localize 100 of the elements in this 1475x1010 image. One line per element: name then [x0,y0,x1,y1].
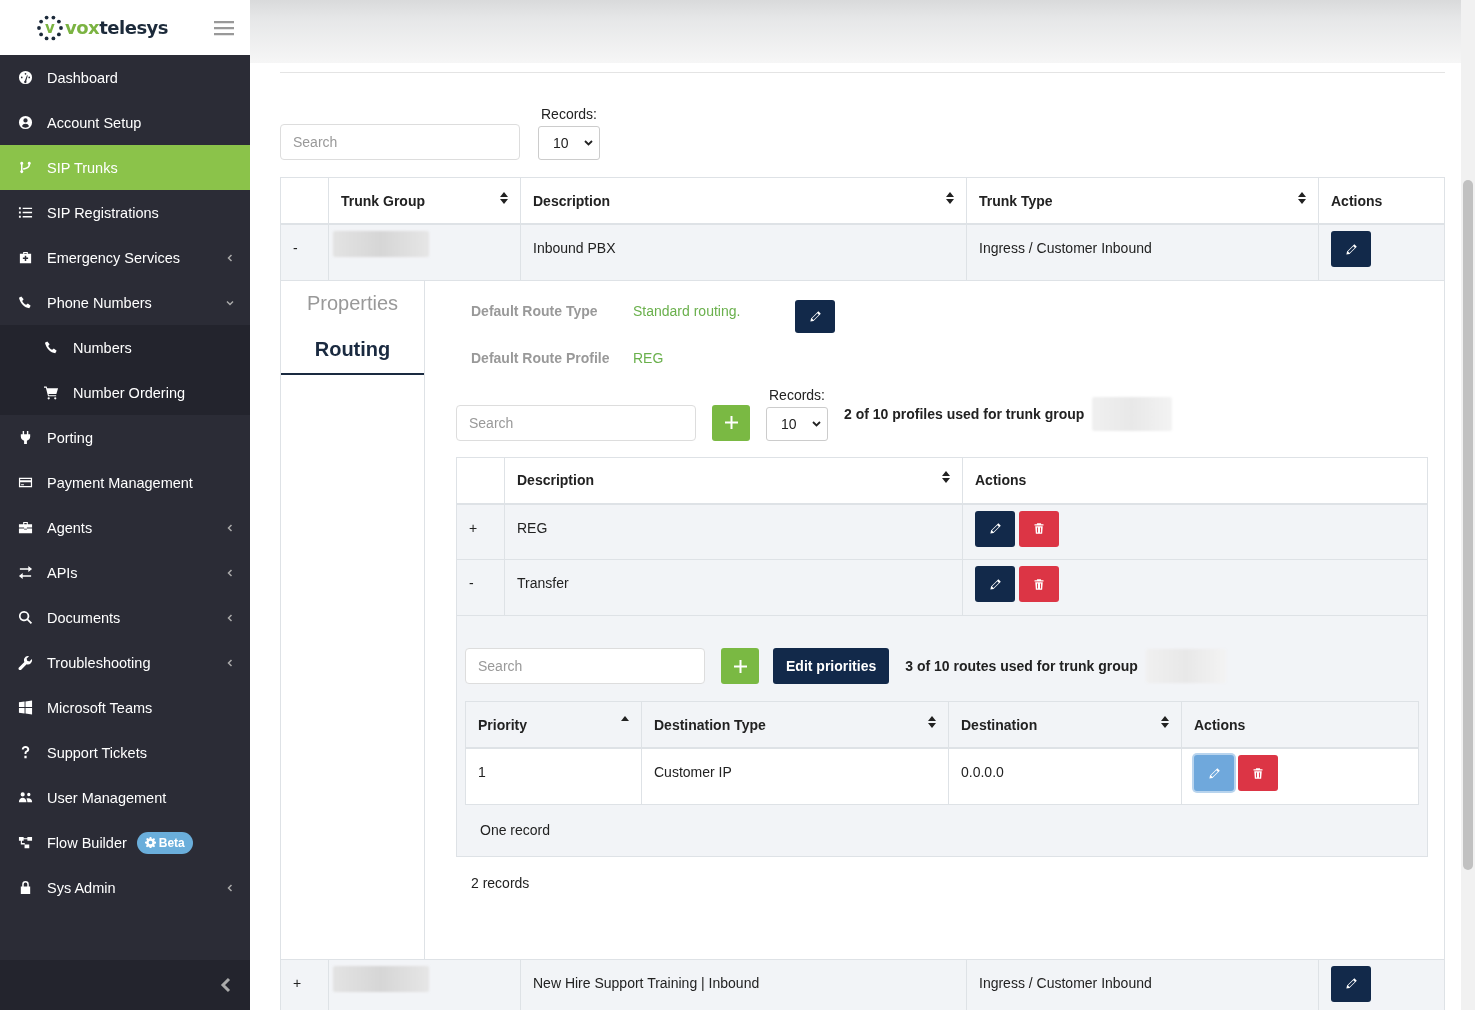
column-title: Destination [961,716,1038,733]
nav-item[interactable]: Account Setup [0,100,250,145]
branch-icon [18,160,33,175]
sort-icon[interactable] [500,191,508,204]
sort-icon[interactable] [928,715,936,728]
logo-mark: v [37,14,63,41]
sort-icon[interactable] [942,471,950,483]
delete-button[interactable] [1019,510,1059,547]
pencil-icon [1344,977,1358,990]
record-count: One record [479,820,552,840]
list-icon [18,205,33,220]
search-field[interactable]: Search [456,404,696,441]
wrench-icon [18,655,33,670]
record-count: 2 records [470,873,531,893]
column-title: Trunk Type [979,192,1053,209]
search-icon [18,610,33,625]
plus-icon [724,416,738,429]
column-header [456,457,505,504]
search-field[interactable]: Search [280,124,520,160]
records-select[interactable]: 10 [538,126,600,160]
add-button[interactable] [712,404,750,441]
nav-item[interactable]: Payment Management [0,460,250,505]
column-title: Destination Type [654,716,766,733]
column-title: Actions [1194,716,1246,733]
sort-icon[interactable] [946,191,954,204]
field-value: Standard routing. [633,301,742,319]
chevron-down-icon [812,420,821,427]
nav-item[interactable]: Support Tickets [0,730,250,775]
nav-item[interactable]: Troubleshooting [0,640,250,685]
nav-item[interactable]: SIP Registrations [0,190,250,235]
edit-button[interactable] [1331,965,1371,1002]
nav-item[interactable]: Microsoft Teams [0,685,250,730]
nav-item[interactable]: Sys Admin [0,865,250,910]
medkit-icon [18,250,33,265]
nav-item[interactable]: Porting [0,415,250,460]
chevron-down-icon [584,140,593,146]
nav-item[interactable]: User Management [0,775,250,820]
delete-button[interactable] [1238,755,1278,791]
records-label: Records: [769,386,825,403]
nav-item[interactable]: Flow Builder Beta [0,820,250,865]
delete-button[interactable] [1019,566,1059,602]
column-title: Actions [975,472,1027,488]
table-cell: New Hire Support Training | Inbound [520,959,967,1010]
plus-icon [733,659,747,673]
usage-summary: 2 of 10 profiles used for trunk group [844,405,1085,422]
gear-icon [144,837,156,848]
nav-item[interactable]: APIs [0,550,250,595]
edit-priorities-button[interactable]: Edit priorities [773,648,890,684]
card-icon [18,475,33,490]
search-field[interactable]: Search [465,648,705,684]
plug-icon [18,430,33,445]
tab[interactable]: Routing [281,326,424,375]
edit-button[interactable] [975,510,1015,547]
nav-item[interactable]: Dashboard [0,55,250,100]
column-header[interactable]: Description [504,457,963,504]
usage-summary: 3 of 10 routes used for trunk group [905,658,1138,674]
phone-icon [44,340,59,355]
nav-item[interactable]: Documents [0,595,250,640]
gauge-icon [18,70,33,85]
field-label: Default Route Profile [471,348,611,366]
user-icon [18,115,33,130]
column-title: Actions [1331,192,1383,209]
nav-item[interactable]: Agents [0,505,250,550]
pencil-icon [1344,242,1358,256]
column-title: Priority [478,716,527,733]
edit-button[interactable] [795,299,835,333]
field-value: REG [633,348,665,366]
table-cell: Ingress / Customer Inbound [966,959,1319,1010]
records-select[interactable]: 10 [766,406,828,441]
table-cell: Ingress / Customer Inbound [966,224,1319,280]
nav-subitem[interactable]: Number Ordering [0,370,250,415]
nav-subitem[interactable]: Numbers [0,325,250,370]
cart-icon [44,385,59,400]
table-cell: Customer IP [641,748,949,804]
scrollbar[interactable] [1461,0,1475,1010]
nav-item[interactable]: Phone Numbers [0,280,250,325]
row-toggle[interactable]: + [456,503,505,560]
windows-icon [18,700,33,715]
nav-item[interactable]: Emergency Services [0,235,250,280]
pencil-icon [1207,766,1221,780]
table-cell: 0.0.0.0 [948,748,1182,804]
table-cell: 1 [465,748,642,804]
beta-badge: Beta [136,831,193,854]
row-toggle[interactable]: - [456,559,505,616]
arrows-icon [18,565,33,580]
menu-icon[interactable] [214,19,234,36]
users-icon [18,790,33,805]
table-cell: REG [504,503,963,560]
sort-icon[interactable] [1161,715,1169,728]
column-title: Description [533,192,610,209]
phone-icon [18,295,33,310]
table-cell: Inbound PBX [520,224,967,280]
sort-icon[interactable] [1298,191,1306,204]
table-cell: Transfer [504,559,963,616]
network-icon [18,835,33,850]
row-toggle[interactable]: + [280,959,329,1010]
trash-icon [1252,766,1264,780]
scrollbar-thumb[interactable] [1463,180,1473,870]
row-toggle[interactable]: - [280,224,329,280]
pencil-icon [808,309,822,323]
